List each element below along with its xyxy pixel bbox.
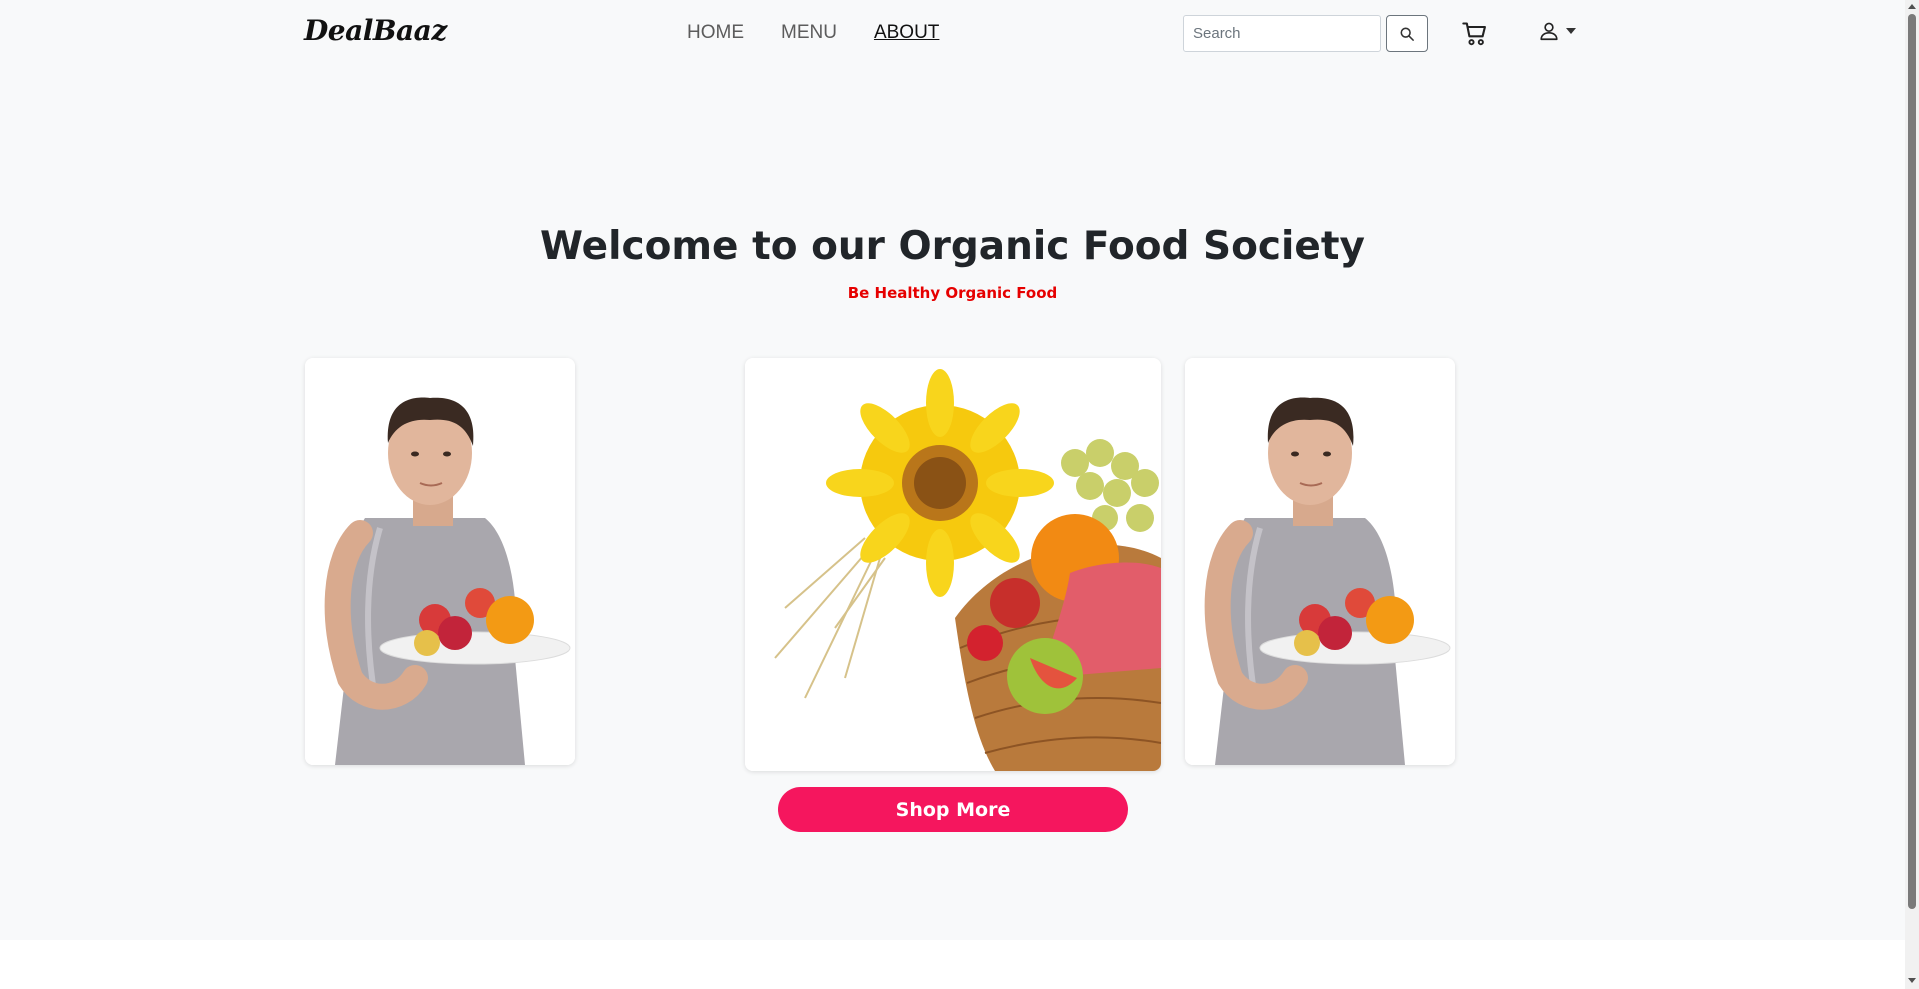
scroll-up-arrow-icon[interactable] <box>1908 4 1916 9</box>
shop-more-button[interactable]: Shop More <box>778 787 1128 832</box>
vertical-scrollbar[interactable] <box>1905 0 1919 989</box>
man-with-fruit-image <box>305 358 575 765</box>
user-menu[interactable] <box>1538 20 1576 42</box>
search-icon <box>1400 27 1414 41</box>
hero-title: Welcome to our Organic Food Society <box>540 224 1365 269</box>
main-nav: HOME MENU ABOUT <box>687 22 939 44</box>
brand-logo[interactable]: DealBaaz <box>304 14 447 47</box>
nav-menu[interactable]: MENU <box>781 22 837 44</box>
fruit-basket-image <box>745 358 1161 771</box>
hero-subtitle: Be Healthy Organic Food <box>847 284 1058 302</box>
page-background: DealBaaz HOME MENU ABOUT Welcome to our … <box>0 0 1905 940</box>
scroll-down-arrow-icon[interactable] <box>1908 978 1916 983</box>
scrollbar-thumb[interactable] <box>1908 14 1916 909</box>
product-card-center[interactable] <box>745 358 1161 771</box>
user-icon <box>1540 22 1558 41</box>
caret-down-icon <box>1566 28 1576 34</box>
product-card-left[interactable] <box>305 358 575 765</box>
search-button[interactable] <box>1386 15 1428 52</box>
product-card-right[interactable] <box>1185 358 1455 765</box>
nav-about[interactable]: ABOUT <box>874 22 939 44</box>
nav-home[interactable]: HOME <box>687 22 744 44</box>
cart-icon <box>1462 22 1486 46</box>
search-input[interactable] <box>1183 15 1381 52</box>
man-with-fruit-image <box>1185 358 1455 765</box>
cart-button[interactable] <box>1461 20 1489 48</box>
